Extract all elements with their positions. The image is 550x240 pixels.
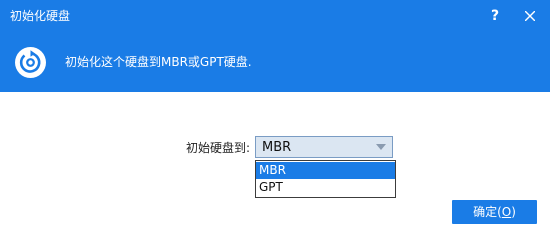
ok-button-label: 确定( — [473, 205, 502, 219]
partition-style-select[interactable]: MBR — [255, 136, 393, 158]
window-title: 初始化硬盘 — [10, 9, 71, 23]
option-gpt-label: GPT — [259, 180, 283, 194]
partition-style-dropdown: MBR GPT — [255, 160, 396, 198]
ok-accelerator-key: O — [501, 205, 512, 219]
option-gpt[interactable]: GPT — [256, 179, 395, 196]
chevron-down-icon — [376, 144, 386, 150]
ok-button-label-end: ) — [511, 205, 516, 219]
ok-button[interactable]: 确定(O) — [452, 200, 537, 224]
help-button[interactable]: ? — [485, 6, 505, 26]
close-button[interactable] — [520, 6, 540, 26]
select-value: MBR — [262, 140, 292, 155]
init-target-label: 初始硬盘到: — [186, 141, 251, 155]
close-icon — [524, 10, 536, 22]
option-mbr-label: MBR — [259, 163, 286, 177]
title-bar: 初始化硬盘 ? — [0, 0, 550, 32]
disk-initialize-icon — [15, 47, 46, 78]
dialog-header: 初始化这个硬盘到MBR或GPT硬盘. — [0, 32, 550, 92]
option-mbr[interactable]: MBR — [256, 162, 395, 179]
header-description: 初始化这个硬盘到MBR或GPT硬盘. — [65, 55, 252, 69]
